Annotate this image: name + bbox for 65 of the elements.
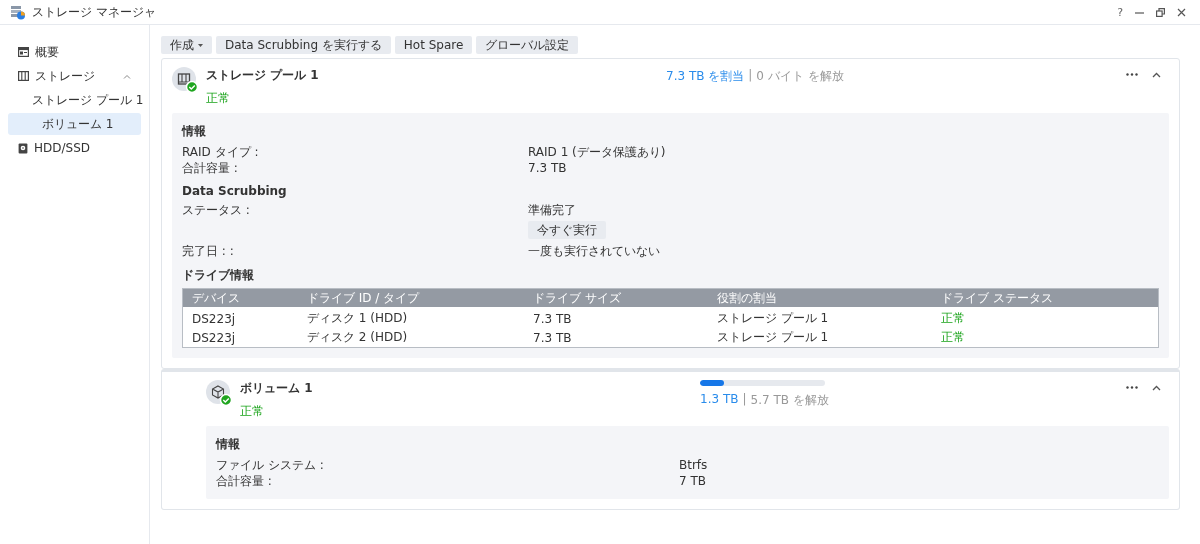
toolbar-button[interactable]: Hot Spare <box>394 36 473 54</box>
storage-icon <box>18 71 29 81</box>
section-title: ドライブ情報 <box>182 267 255 284</box>
status-text: 正常 <box>240 403 265 420</box>
caret-icon <box>198 43 203 47</box>
info-label: 合計容量 : <box>182 160 239 176</box>
sidebar-item[interactable]: ストレージ プール 1 <box>8 89 141 111</box>
volume-icon <box>206 380 232 406</box>
free-text: 0 バイト を解放 <box>756 68 844 85</box>
column-header: ドライブ サイズ <box>524 288 708 307</box>
table-cell: ディスク 1 (HDD) <box>306 311 408 325</box>
table-cell: DS223j <box>192 311 236 326</box>
pool-title: ストレージ プール 1 <box>206 67 320 84</box>
window-title: ストレージ マネージャ <box>32 3 157 21</box>
separator: | <box>742 392 747 408</box>
help-button[interactable]: ? <box>1117 5 1123 19</box>
info-label: ステータス : <box>182 202 251 219</box>
more-icon[interactable] <box>1126 72 1138 76</box>
info-label: 完了日 : : <box>182 243 235 259</box>
sidebar-item[interactable]: ストレージ <box>0 65 141 87</box>
info-label: 合計容量 : <box>216 473 273 489</box>
info-label: ファイル システム : <box>216 457 325 473</box>
info-value: Btrfs <box>679 457 708 473</box>
restore-icon[interactable] <box>1156 7 1165 17</box>
sidebar-item[interactable]: 概要 <box>0 41 141 63</box>
toolbar-button[interactable]: グローバル設定 <box>476 36 579 54</box>
info-value: 一度も実行されていない <box>528 243 660 259</box>
table-cell: DS223j <box>192 330 236 345</box>
volume-title: ボリューム 1 <box>240 380 314 397</box>
storage-pool-icon <box>172 67 198 93</box>
table-cell: 7.3 TB <box>533 311 572 326</box>
column-header: ドライブ ID / タイプ <box>297 288 525 307</box>
more-icon[interactable] <box>1126 385 1138 389</box>
free-text: 5.7 TB を解放 <box>750 392 829 409</box>
column-header: ドライブ ステータス <box>932 288 1159 307</box>
table-cell: 7.3 TB <box>533 330 572 345</box>
table-cell: 正常 <box>941 330 966 344</box>
sidebar-item[interactable]: ボリューム 1 <box>8 113 141 135</box>
table-cell: ストレージ プール 1 <box>716 330 829 344</box>
collapse-icon[interactable] <box>1152 72 1161 78</box>
info-value: RAID 1 (データ保護あり) <box>528 144 666 160</box>
info-value: 7 TB <box>679 473 706 489</box>
info-value: 7.3 TB <box>528 160 567 176</box>
table-cell: ストレージ プール 1 <box>716 311 829 325</box>
overview-icon <box>18 47 29 57</box>
allocated-text: 7.3 TB を割当 <box>666 68 745 85</box>
section-title: Data Scrubbing <box>182 184 288 198</box>
run-now-button[interactable]: 今すぐ実行 <box>528 221 606 239</box>
toolbar-button[interactable]: Data Scrubbing を実行する <box>216 36 391 54</box>
section-title: 情報 <box>216 436 241 453</box>
close-icon[interactable] <box>1177 7 1186 17</box>
info-value: 準備完了 <box>528 202 576 218</box>
separator: | <box>748 68 753 84</box>
info-label: RAID タイプ : <box>182 144 260 160</box>
table-cell: ディスク 2 (HDD) <box>306 330 408 344</box>
sidebar-item[interactable]: HDD/SSD <box>0 137 141 159</box>
table-cell: 正常 <box>941 311 966 325</box>
column-header: デバイス <box>182 288 298 307</box>
status-text: 正常 <box>206 90 231 107</box>
column-header: 役割の割当 <box>707 288 933 307</box>
used-text: 1.3 TB <box>700 392 739 408</box>
section-title: 情報 <box>182 123 207 140</box>
app-icon <box>10 4 26 20</box>
collapse-icon[interactable] <box>1152 385 1161 391</box>
toolbar-button[interactable]: 作成 <box>161 36 212 54</box>
